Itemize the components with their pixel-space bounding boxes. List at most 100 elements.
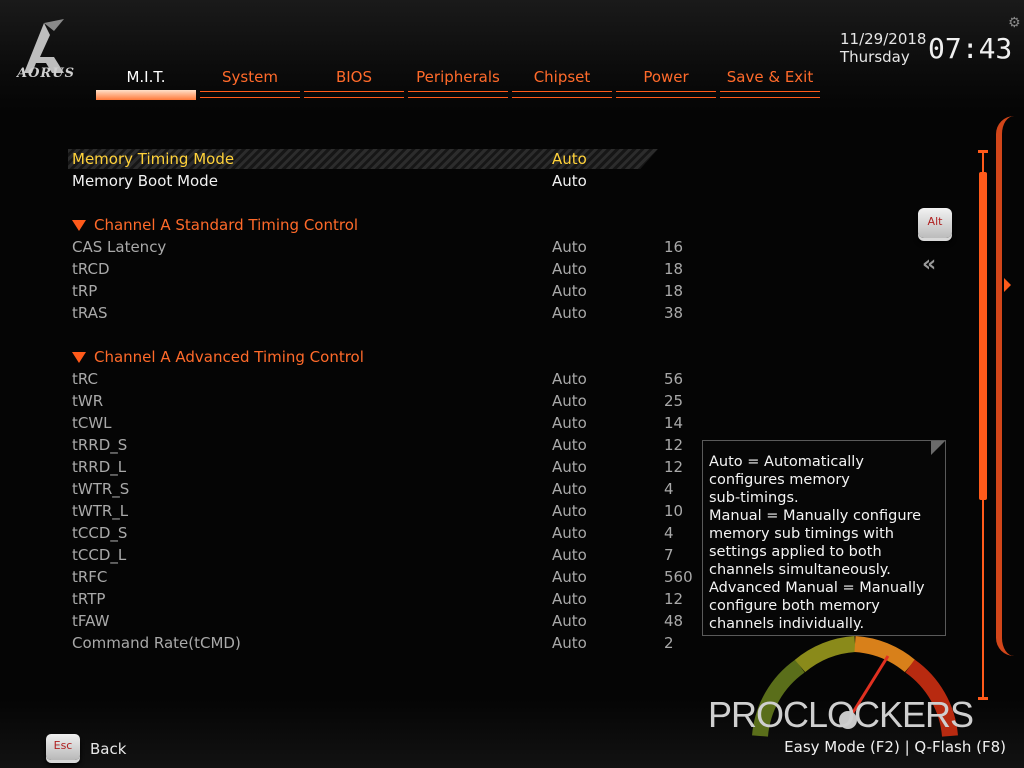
tab-label: M.I.T.	[126, 68, 166, 86]
tab-save-exit[interactable]: Save & Exit	[720, 64, 824, 98]
setting-row-cas-latency[interactable]: CAS Latency Auto 16	[72, 236, 692, 258]
setting-label: tFAW	[72, 612, 110, 630]
help-line: channels individually.	[709, 616, 865, 632]
section-standard-timing[interactable]: Channel A Standard Timing Control	[72, 214, 692, 236]
tab-label: Peripherals	[416, 68, 500, 86]
setting-mode: Auto	[552, 480, 587, 498]
memory-timing-mode-row[interactable]: Memory Timing Mode Auto	[72, 148, 692, 170]
help-line: Auto = Automatically	[709, 454, 864, 470]
scrollbar[interactable]	[978, 150, 988, 700]
setting-label: Memory Boot Mode	[72, 172, 218, 190]
setting-row-tfaw[interactable]: tFAW Auto 48	[72, 610, 692, 632]
setting-row-trcd[interactable]: tRCD Auto 18	[72, 258, 692, 280]
setting-mode: Auto	[552, 304, 587, 322]
main-tabs: M.I.T. System BIOS Peripherals Chipset P…	[96, 64, 824, 104]
setting-value: 560	[664, 568, 693, 586]
esc-key-button[interactable]: Esc	[46, 734, 80, 760]
watermark: PROCLOCKERS	[708, 694, 974, 735]
tab-power[interactable]: Power	[616, 64, 720, 98]
setting-label: tRC	[72, 370, 99, 388]
setting-mode: Auto	[552, 282, 587, 300]
setting-label: tWR	[72, 392, 104, 410]
tab-label: BIOS	[335, 68, 373, 86]
tab-chipset[interactable]: Chipset	[512, 64, 616, 98]
setting-row-twr[interactable]: tWR Auto 25	[72, 390, 692, 412]
setting-row-twtr-s[interactable]: tWTR_S Auto 4	[72, 478, 692, 500]
setting-value: 12	[664, 590, 684, 608]
memory-boot-mode-row[interactable]: Memory Boot Mode Auto	[72, 170, 692, 192]
setting-value: 7	[664, 546, 674, 564]
setting-label: tRRD_S	[72, 436, 128, 454]
setting-mode: Auto	[552, 524, 587, 542]
setting-mode: Auto	[552, 260, 587, 278]
setting-mode: Auto	[552, 238, 587, 256]
tab-system[interactable]: System	[200, 64, 304, 98]
setting-value: 56	[664, 370, 684, 388]
setting-mode: Auto	[552, 634, 587, 652]
back-label[interactable]: Back	[90, 740, 126, 758]
tab-mit[interactable]: M.I.T.	[96, 64, 200, 100]
setting-label: tRFC	[72, 568, 108, 586]
setting-value: 10	[664, 502, 684, 520]
setting-row-tccd-l[interactable]: tCCD_L Auto 7	[72, 544, 692, 566]
help-line: Advanced Manual = Manually	[709, 580, 925, 596]
tab-label: Chipset	[533, 68, 591, 86]
setting-value: 12	[664, 436, 684, 454]
setting-value: 14	[664, 414, 684, 432]
setting-mode: Auto	[552, 392, 587, 410]
setting-value[interactable]: Auto	[552, 148, 587, 170]
scrollbar-thumb[interactable]	[979, 172, 987, 500]
setting-row-tccd-s[interactable]: tCCD_S Auto 4	[72, 522, 692, 544]
setting-value[interactable]: Auto	[552, 170, 587, 192]
setting-label: tRTP	[72, 590, 106, 608]
section-title: Channel A Standard Timing Control	[94, 216, 359, 234]
side-panel-toggle[interactable]	[996, 116, 1024, 656]
setting-value: 38	[664, 304, 684, 322]
setting-row-twtr-l[interactable]: tWTR_L Auto 10	[72, 500, 692, 522]
setting-value: 18	[664, 260, 684, 278]
setting-label: tRRD_L	[72, 458, 127, 476]
setting-row-trtp[interactable]: tRTP Auto 12	[72, 588, 692, 610]
section-advanced-timing[interactable]: Channel A Advanced Timing Control	[72, 346, 692, 368]
setting-label: CAS Latency	[72, 238, 167, 256]
date-text: 11/29/2018	[840, 30, 927, 48]
tab-bios[interactable]: BIOS	[304, 64, 408, 98]
day-text: Thursday	[840, 48, 910, 66]
setting-value: 4	[664, 480, 674, 498]
time-display: 07:43	[928, 32, 1013, 65]
chevron-right-icon	[1004, 278, 1011, 292]
setting-row-tcwl[interactable]: tCWL Auto 14	[72, 412, 692, 434]
help-box: Auto = Automatically configures memory s…	[702, 440, 946, 636]
setting-label: tCWL	[72, 414, 112, 432]
setting-label: Command Rate(tCMD)	[72, 634, 241, 652]
setting-mode: Auto	[552, 414, 587, 432]
logo-text: AORUS	[17, 66, 75, 81]
help-line: configures memory	[709, 472, 850, 488]
tab-peripherals[interactable]: Peripherals	[408, 64, 512, 98]
alt-key-button[interactable]: Alt	[918, 208, 952, 238]
gear-icon[interactable]: ⚙	[1008, 16, 1022, 30]
setting-label: tWTR_L	[72, 502, 129, 520]
mode-shortcuts[interactable]: Easy Mode (F2) | Q-Flash (F8)	[784, 738, 1006, 756]
setting-row-tras[interactable]: tRAS Auto 38	[72, 302, 692, 324]
setting-mode: Auto	[552, 590, 587, 608]
setting-row-trp[interactable]: tRP Auto 18	[72, 280, 692, 302]
setting-value: 48	[664, 612, 684, 630]
setting-mode: Auto	[552, 568, 587, 586]
setting-row-trfc[interactable]: tRFC Auto 560	[72, 566, 693, 588]
setting-value: 12	[664, 458, 684, 476]
double-chevron-left-icon[interactable]: «	[922, 252, 936, 277]
corner-fold	[931, 441, 945, 455]
setting-label: tWTR_S	[72, 480, 130, 498]
setting-label: tCCD_L	[72, 546, 127, 564]
help-line: Manual = Manually configure	[709, 508, 922, 524]
setting-mode: Auto	[552, 546, 587, 564]
help-line: settings applied to both	[709, 544, 882, 560]
help-line: memory sub timings with	[709, 526, 894, 542]
setting-label: tCCD_S	[72, 524, 128, 542]
setting-row-trc[interactable]: tRC Auto 56	[72, 368, 692, 390]
setting-row-command-rate[interactable]: Command Rate(tCMD) Auto 2	[72, 632, 692, 654]
setting-row-trrd-l[interactable]: tRRD_L Auto 12	[72, 456, 692, 478]
help-line: configure both memory	[709, 598, 880, 614]
setting-row-trrd-s[interactable]: tRRD_S Auto 12	[72, 434, 692, 456]
